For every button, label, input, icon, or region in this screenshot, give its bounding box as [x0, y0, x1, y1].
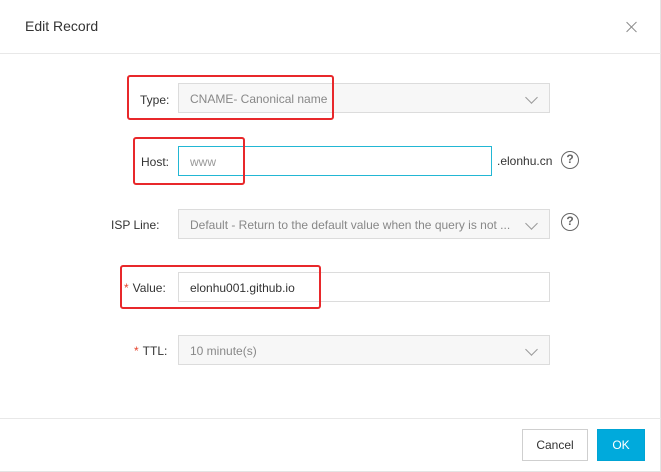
- value-label: * Value:: [124, 281, 166, 295]
- type-label: Type:: [140, 93, 170, 107]
- value-label-text: Value:: [132, 281, 166, 295]
- dialog-header: Edit Record: [0, 0, 661, 54]
- type-select[interactable]: CNAME- Canonical name: [178, 83, 550, 113]
- required-mark: *: [134, 344, 139, 358]
- isp-line-select-value: Default - Return to the default value wh…: [190, 218, 511, 232]
- help-icon[interactable]: ?: [561, 213, 579, 231]
- ttl-label: * TTL:: [134, 344, 167, 358]
- chevron-down-icon: [525, 217, 538, 230]
- type-select-value: CNAME- Canonical name: [190, 92, 328, 106]
- ttl-select-value: 10 minute(s): [190, 344, 257, 358]
- dialog-title: Edit Record: [25, 18, 99, 34]
- host-input[interactable]: www: [178, 146, 492, 176]
- close-icon[interactable]: [624, 19, 640, 35]
- value-input[interactable]: elonhu001.github.io: [178, 272, 550, 302]
- host-domain-suffix: .elonhu.cn: [497, 154, 553, 168]
- value-input-value: elonhu001.github.io: [190, 281, 295, 295]
- chevron-down-icon: [525, 343, 538, 356]
- ttl-label-text: TTL:: [142, 344, 168, 358]
- isp-line-label: ISP Line:: [111, 218, 160, 232]
- required-mark: *: [124, 281, 129, 295]
- isp-line-select[interactable]: Default - Return to the default value wh…: [178, 209, 550, 239]
- ok-button[interactable]: OK: [597, 429, 645, 461]
- cancel-button[interactable]: Cancel: [522, 429, 588, 461]
- ttl-select[interactable]: 10 minute(s): [178, 335, 550, 365]
- help-icon[interactable]: ?: [561, 151, 579, 169]
- host-label: Host:: [141, 155, 170, 169]
- host-input-value: www: [190, 155, 216, 169]
- chevron-down-icon: [525, 91, 538, 104]
- edit-record-dialog: Edit Record Type: CNAME- Canonical name …: [0, 0, 661, 472]
